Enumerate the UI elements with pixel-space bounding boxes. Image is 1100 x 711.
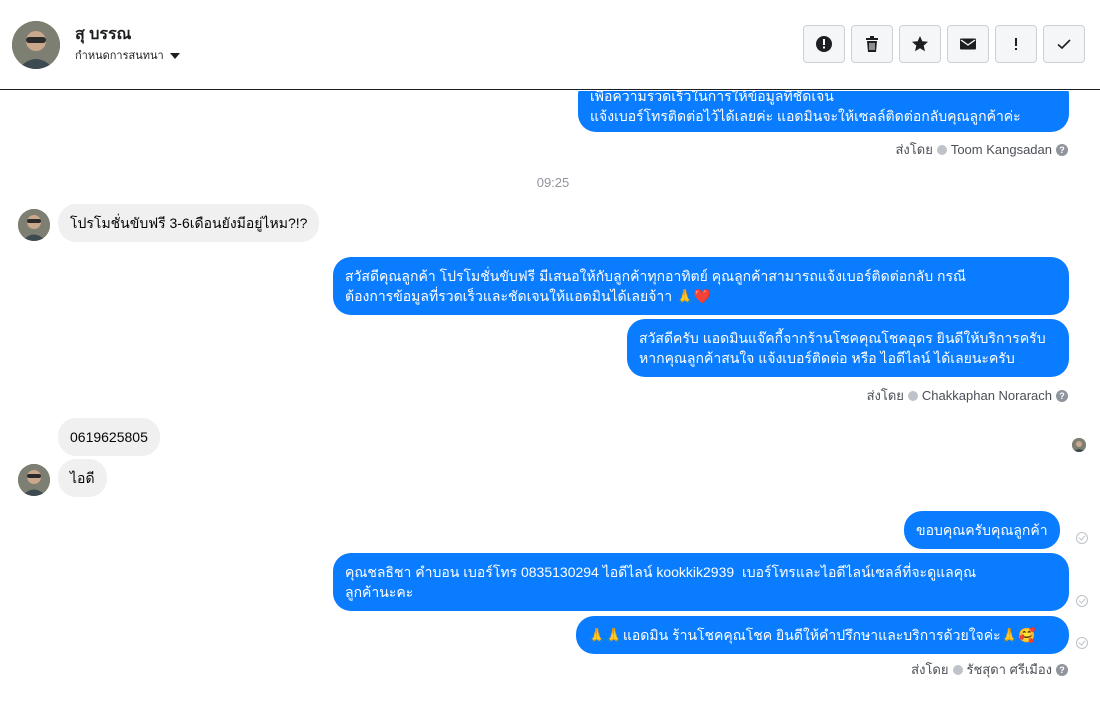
timestamp: 09:25 <box>536 175 570 190</box>
help-icon[interactable]: ? <box>1056 389 1068 402</box>
mail-button[interactable] <box>947 25 989 63</box>
sent-indicator-icon <box>907 390 918 401</box>
message-thread[interactable]: เพื่อความรวดเร็วในการให้ข้อมูลที่ชัดเจน … <box>0 91 1100 711</box>
conversation-status-label: กำหนดการสนทนา <box>75 50 164 62</box>
delivered-check-icon <box>1076 637 1088 649</box>
help-icon[interactable]: ? <box>1056 663 1068 676</box>
header-toolbar <box>803 25 1085 63</box>
sender-name: Toom Kangsadan <box>950 142 1052 157</box>
help-icon[interactable]: ? <box>1056 143 1068 156</box>
message-bubble-incoming[interactable]: โปรโมชั่นขับฟรี 3-6เดือนยังมีอยู่ไหม?!? <box>58 204 320 242</box>
star-button[interactable] <box>899 25 941 63</box>
sent-by-prefix: ส่งโดย <box>895 142 933 157</box>
envelope-icon <box>960 38 976 50</box>
message-bubble-outgoing[interactable]: 🙏🙏แอดมิน ร้านโชคคุณโชค ยินดีให้คำปรึกษาแ… <box>576 616 1069 654</box>
sent-indicator-icon <box>936 144 947 155</box>
star-icon <box>912 36 928 52</box>
contact-avatar-small <box>18 464 50 496</box>
sender-name: Chakkaphan Norarach <box>921 388 1052 403</box>
delete-button[interactable] <box>851 25 893 63</box>
done-button[interactable] <box>1043 25 1085 63</box>
message-bubble-outgoing[interactable]: สวัสดีคุณลูกค้า โปรโมชั่นขับฟรี มีเสนอให… <box>333 257 1069 315</box>
trash-icon <box>866 36 878 52</box>
contact-avatar[interactable] <box>12 21 60 69</box>
sender-name: รัชสุดา ศรีเมือง <box>966 662 1053 677</box>
sent-by-row: ส่งโดย รัชสุดา ศรีเมือง ? <box>911 659 1068 680</box>
contact-name[interactable]: สุ บรรณ <box>75 22 131 47</box>
sent-by-row: ส่งโดย Toom Kangsadan ? <box>895 139 1068 160</box>
delivered-check-icon <box>1076 595 1088 607</box>
message-bubble-outgoing[interactable]: เพื่อความรวดเร็วในการให้ข้อมูลที่ชัดเจน … <box>578 91 1069 132</box>
sent-indicator-icon <box>952 664 963 675</box>
conversation-header: สุ บรรณ กำหนดการสนทนา <box>0 0 1100 90</box>
check-icon <box>1057 39 1071 50</box>
seen-avatar <box>1072 438 1086 452</box>
sent-by-prefix: ส่งโดย <box>866 388 904 403</box>
report-button[interactable] <box>803 25 845 63</box>
delivered-check-icon <box>1076 532 1088 544</box>
sent-by-prefix: ส่งโดย <box>911 662 949 677</box>
message-bubble-outgoing[interactable]: ขอบคุณครับคุณลูกค้า <box>904 511 1060 549</box>
message-bubble-outgoing[interactable]: สวัสดีครับ แอดมินแจ๊คกี้จากร้านโชคคุณโชค… <box>627 319 1069 377</box>
sent-by-row: ส่งโดย Chakkaphan Norarach ? <box>867 385 1068 406</box>
conversation-status-dropdown[interactable]: กำหนดการสนทนา <box>75 46 180 64</box>
message-bubble-incoming[interactable]: 0619625805 <box>58 418 160 456</box>
contact-avatar-small <box>18 209 50 241</box>
alert-circle-icon <box>816 36 832 52</box>
message-bubble-outgoing[interactable]: คุณชลธิชา คำบอน เบอร์โทร 0835130294 ไอดี… <box>333 553 1069 611</box>
caret-down-icon <box>169 52 180 59</box>
message-bubble-incoming[interactable]: ไอดี <box>58 459 107 497</box>
important-button[interactable] <box>995 25 1037 63</box>
exclamation-icon <box>1015 38 1017 50</box>
